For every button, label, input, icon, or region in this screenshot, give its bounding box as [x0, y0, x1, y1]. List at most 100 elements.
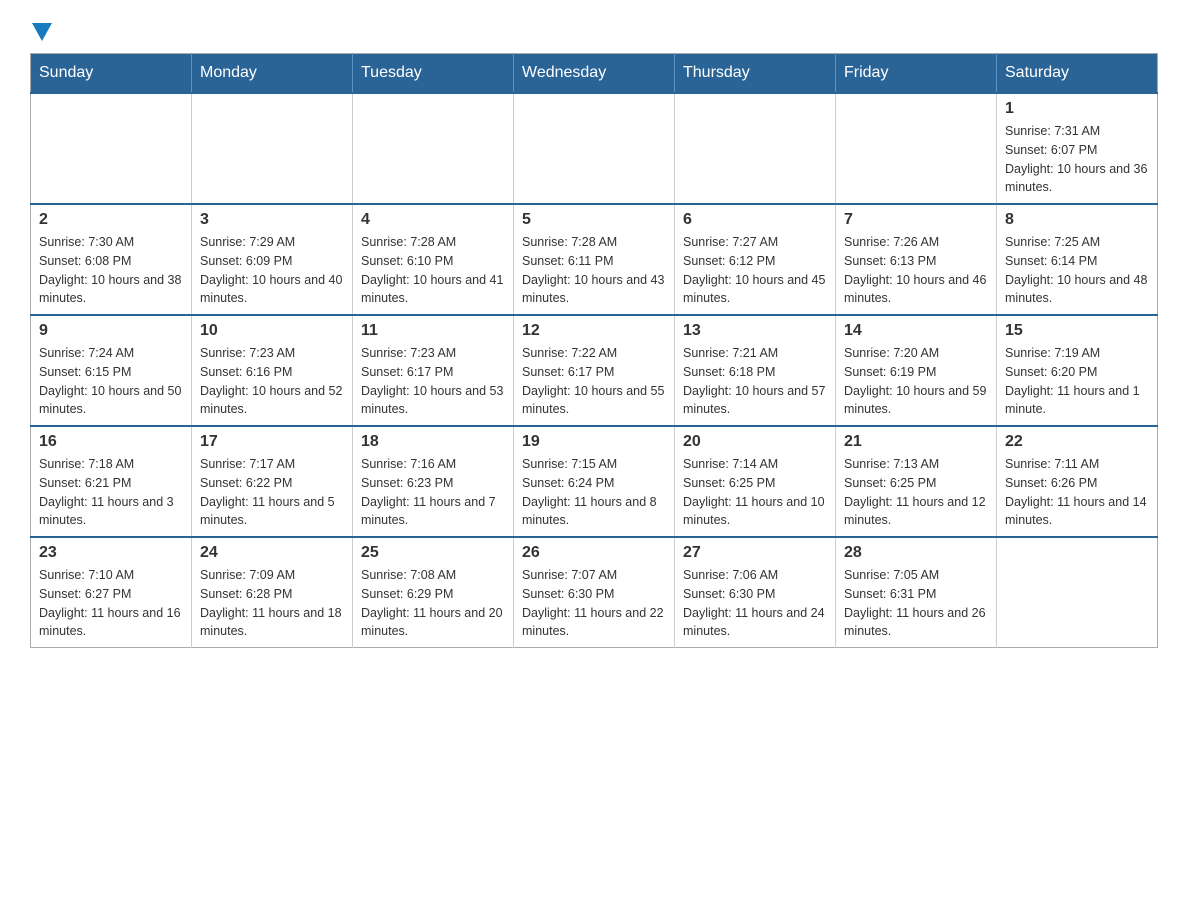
calendar-header: SundayMondayTuesdayWednesdayThursdayFrid… — [31, 54, 1158, 94]
day-number: 4 — [361, 211, 505, 229]
day-info: Sunrise: 7:31 AMSunset: 6:07 PMDaylight:… — [1005, 122, 1149, 197]
day-info: Sunrise: 7:08 AMSunset: 6:29 PMDaylight:… — [361, 566, 505, 641]
calendar-cell: 21 Sunrise: 7:13 AMSunset: 6:25 PMDayligh… — [836, 426, 997, 537]
calendar-cell: 4 Sunrise: 7:28 AMSunset: 6:10 PMDaylight… — [353, 204, 514, 315]
calendar-cell — [997, 537, 1158, 648]
weekday-header-thursday: Thursday — [675, 54, 836, 94]
calendar-cell: 19 Sunrise: 7:15 AMSunset: 6:24 PMDayligh… — [514, 426, 675, 537]
weekday-header-sunday: Sunday — [31, 54, 192, 94]
day-number: 13 — [683, 322, 827, 340]
day-info: Sunrise: 7:20 AMSunset: 6:19 PMDaylight:… — [844, 344, 988, 419]
day-number: 7 — [844, 211, 988, 229]
day-info: Sunrise: 7:18 AMSunset: 6:21 PMDaylight:… — [39, 455, 183, 530]
logo-triangle-icon — [32, 23, 52, 43]
calendar-cell: 20 Sunrise: 7:14 AMSunset: 6:25 PMDayligh… — [675, 426, 836, 537]
day-number: 23 — [39, 544, 183, 562]
day-info: Sunrise: 7:14 AMSunset: 6:25 PMDaylight:… — [683, 455, 827, 530]
day-number: 18 — [361, 433, 505, 451]
day-number: 28 — [844, 544, 988, 562]
day-number: 9 — [39, 322, 183, 340]
day-number: 21 — [844, 433, 988, 451]
calendar-week-3: 9Sunrise: 7:24 AMSunset: 6:15 PMDaylight… — [31, 315, 1158, 426]
calendar-cell: 6 Sunrise: 7:27 AMSunset: 6:12 PMDaylight… — [675, 204, 836, 315]
calendar-cell: 22 Sunrise: 7:11 AMSunset: 6:26 PMDayligh… — [997, 426, 1158, 537]
calendar-cell: 9Sunrise: 7:24 AMSunset: 6:15 PMDaylight… — [31, 315, 192, 426]
calendar-week-4: 16 Sunrise: 7:18 AMSunset: 6:21 PMDayligh… — [31, 426, 1158, 537]
calendar-cell: 24Sunrise: 7:09 AMSunset: 6:28 PMDayligh… — [192, 537, 353, 648]
day-number: 17 — [200, 433, 344, 451]
calendar-cell: 13 Sunrise: 7:21 AMSunset: 6:18 PMDayligh… — [675, 315, 836, 426]
calendar-cell: 16 Sunrise: 7:18 AMSunset: 6:21 PMDayligh… — [31, 426, 192, 537]
day-number: 16 — [39, 433, 183, 451]
day-info: Sunrise: 7:30 AMSunset: 6:08 PMDaylight:… — [39, 233, 183, 308]
calendar-cell: 1 Sunrise: 7:31 AMSunset: 6:07 PMDaylight… — [997, 93, 1158, 204]
calendar-cell: 10 Sunrise: 7:23 AMSunset: 6:16 PMDayligh… — [192, 315, 353, 426]
logo — [30, 20, 52, 43]
day-number: 25 — [361, 544, 505, 562]
page-header — [30, 20, 1158, 43]
calendar-cell: 28 Sunrise: 7:05 AMSunset: 6:31 PMDayligh… — [836, 537, 997, 648]
day-info: Sunrise: 7:26 AMSunset: 6:13 PMDaylight:… — [844, 233, 988, 308]
calendar-cell: 25 Sunrise: 7:08 AMSunset: 6:29 PMDayligh… — [353, 537, 514, 648]
day-number: 11 — [361, 322, 505, 340]
day-number: 26 — [522, 544, 666, 562]
calendar-cell: 26 Sunrise: 7:07 AMSunset: 6:30 PMDayligh… — [514, 537, 675, 648]
day-info: Sunrise: 7:21 AMSunset: 6:18 PMDaylight:… — [683, 344, 827, 419]
calendar-cell: 7 Sunrise: 7:26 AMSunset: 6:13 PMDaylight… — [836, 204, 997, 315]
day-number: 22 — [1005, 433, 1149, 451]
day-info: Sunrise: 7:28 AMSunset: 6:11 PMDaylight:… — [522, 233, 666, 308]
day-info: Sunrise: 7:23 AMSunset: 6:16 PMDaylight:… — [200, 344, 344, 419]
day-number: 27 — [683, 544, 827, 562]
calendar-cell: 23 Sunrise: 7:10 AMSunset: 6:27 PMDayligh… — [31, 537, 192, 648]
day-number: 5 — [522, 211, 666, 229]
day-info: Sunrise: 7:16 AMSunset: 6:23 PMDaylight:… — [361, 455, 505, 530]
day-info: Sunrise: 7:28 AMSunset: 6:10 PMDaylight:… — [361, 233, 505, 308]
calendar-table: SundayMondayTuesdayWednesdayThursdayFrid… — [30, 53, 1158, 648]
weekday-header-tuesday: Tuesday — [353, 54, 514, 94]
calendar-cell: 5 Sunrise: 7:28 AMSunset: 6:11 PMDaylight… — [514, 204, 675, 315]
calendar-week-5: 23 Sunrise: 7:10 AMSunset: 6:27 PMDayligh… — [31, 537, 1158, 648]
calendar-cell: 15 Sunrise: 7:19 AMSunset: 6:20 PMDayligh… — [997, 315, 1158, 426]
calendar-cell: 14 Sunrise: 7:20 AMSunset: 6:19 PMDayligh… — [836, 315, 997, 426]
day-info: Sunrise: 7:25 AMSunset: 6:14 PMDaylight:… — [1005, 233, 1149, 308]
day-info: Sunrise: 7:06 AMSunset: 6:30 PMDaylight:… — [683, 566, 827, 641]
calendar-cell — [353, 93, 514, 204]
day-info: Sunrise: 7:07 AMSunset: 6:30 PMDaylight:… — [522, 566, 666, 641]
day-info: Sunrise: 7:11 AMSunset: 6:26 PMDaylight:… — [1005, 455, 1149, 530]
day-number: 15 — [1005, 322, 1149, 340]
calendar-cell: 3Sunrise: 7:29 AMSunset: 6:09 PMDaylight… — [192, 204, 353, 315]
day-info: Sunrise: 7:17 AMSunset: 6:22 PMDaylight:… — [200, 455, 344, 530]
day-number: 12 — [522, 322, 666, 340]
calendar-cell: 11Sunrise: 7:23 AMSunset: 6:17 PMDayligh… — [353, 315, 514, 426]
day-info: Sunrise: 7:10 AMSunset: 6:27 PMDaylight:… — [39, 566, 183, 641]
day-info: Sunrise: 7:13 AMSunset: 6:25 PMDaylight:… — [844, 455, 988, 530]
day-number: 1 — [1005, 100, 1149, 118]
calendar-cell — [836, 93, 997, 204]
day-number: 19 — [522, 433, 666, 451]
calendar-cell — [675, 93, 836, 204]
day-info: Sunrise: 7:29 AMSunset: 6:09 PMDaylight:… — [200, 233, 344, 308]
weekday-header-wednesday: Wednesday — [514, 54, 675, 94]
day-info: Sunrise: 7:19 AMSunset: 6:20 PMDaylight:… — [1005, 344, 1149, 419]
calendar-cell — [31, 93, 192, 204]
day-info: Sunrise: 7:27 AMSunset: 6:12 PMDaylight:… — [683, 233, 827, 308]
weekday-header-saturday: Saturday — [997, 54, 1158, 94]
calendar-cell — [514, 93, 675, 204]
day-number: 14 — [844, 322, 988, 340]
weekday-header-friday: Friday — [836, 54, 997, 94]
day-number: 20 — [683, 433, 827, 451]
calendar-week-1: 1 Sunrise: 7:31 AMSunset: 6:07 PMDaylight… — [31, 93, 1158, 204]
day-number: 2 — [39, 211, 183, 229]
calendar-week-2: 2 Sunrise: 7:30 AMSunset: 6:08 PMDaylight… — [31, 204, 1158, 315]
calendar-cell: 18 Sunrise: 7:16 AMSunset: 6:23 PMDayligh… — [353, 426, 514, 537]
calendar-cell — [192, 93, 353, 204]
calendar-cell: 8Sunrise: 7:25 AMSunset: 6:14 PMDaylight… — [997, 204, 1158, 315]
day-number: 10 — [200, 322, 344, 340]
day-number: 6 — [683, 211, 827, 229]
day-info: Sunrise: 7:05 AMSunset: 6:31 PMDaylight:… — [844, 566, 988, 641]
weekday-header-monday: Monday — [192, 54, 353, 94]
calendar-cell: 2 Sunrise: 7:30 AMSunset: 6:08 PMDaylight… — [31, 204, 192, 315]
calendar-cell: 27 Sunrise: 7:06 AMSunset: 6:30 PMDayligh… — [675, 537, 836, 648]
day-info: Sunrise: 7:15 AMSunset: 6:24 PMDaylight:… — [522, 455, 666, 530]
calendar-cell: 17 Sunrise: 7:17 AMSunset: 6:22 PMDayligh… — [192, 426, 353, 537]
